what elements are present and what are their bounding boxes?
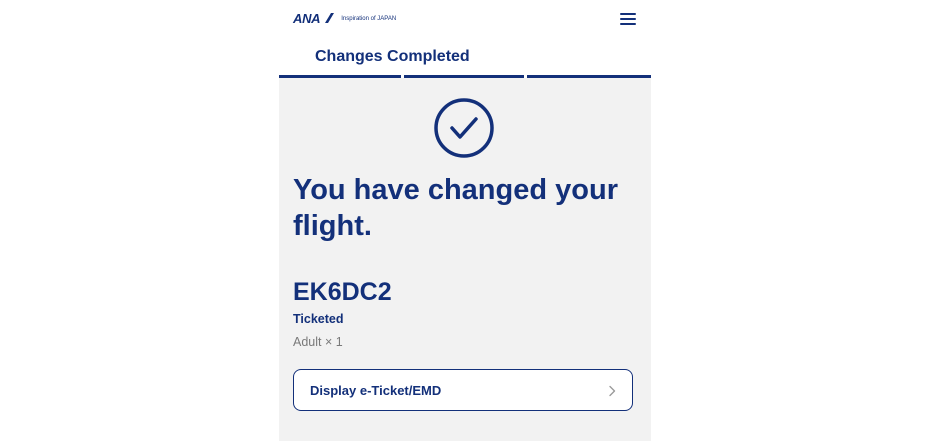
confirmation-headline: You have changed your flight. [293, 174, 618, 242]
hamburger-menu-icon[interactable] [619, 11, 637, 27]
top-bar: ANA Inspiration of JAPAN [279, 0, 651, 41]
display-eticket-label: Display e-Ticket/EMD [310, 383, 442, 398]
display-eticket-button[interactable]: Display e-Ticket/EMD [293, 369, 633, 411]
chevron-right-icon [609, 385, 616, 397]
step-bar-3 [527, 75, 651, 78]
booking-reference: EK6DC2 [293, 278, 392, 306]
step-title: Changes Completed [315, 48, 470, 65]
logo-wordmark: ANA [293, 11, 321, 26]
check-circle-icon [433, 97, 495, 159]
ticket-status: Ticketed [293, 312, 344, 326]
ana-logo[interactable]: ANA Inspiration of JAPAN [293, 12, 396, 26]
passenger-count: Adult × 1 [293, 335, 343, 349]
logo-mark-icon [325, 13, 335, 23]
mobile-viewport: ANA Inspiration of JAPAN Changes Complet… [279, 0, 651, 441]
step-header: Changes Completed [279, 40, 651, 78]
logo-tagline: Inspiration of JAPAN [341, 16, 397, 22]
step-bar-2 [404, 75, 524, 78]
step-progress [279, 75, 651, 78]
step-bar-1 [279, 75, 401, 78]
